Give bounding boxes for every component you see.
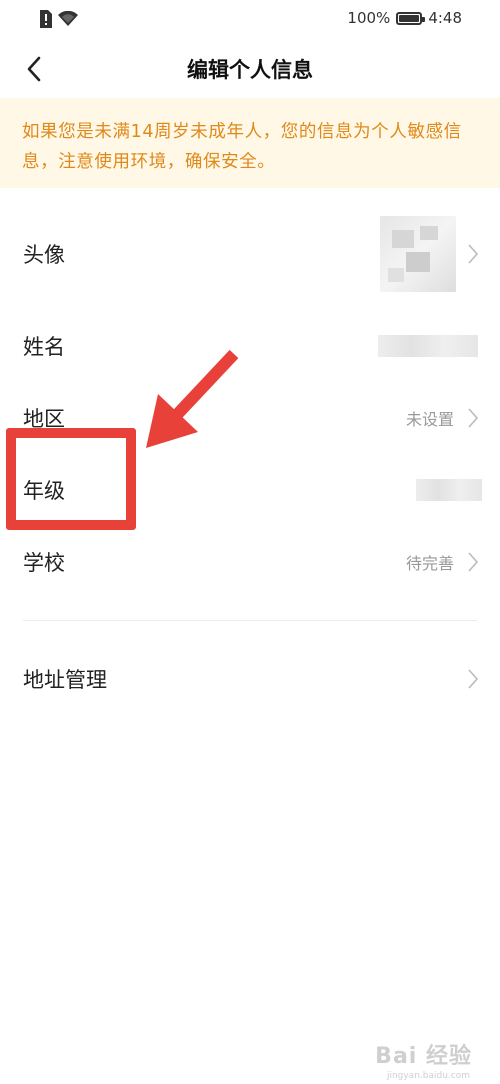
row-label-name: 姓名 xyxy=(23,335,65,359)
row-avatar[interactable]: 头像 xyxy=(0,216,500,292)
clock: 4:48 xyxy=(428,9,462,27)
nav-bar: 编辑个人信息 xyxy=(0,40,500,98)
minor-safety-notice: 如果您是未满14周岁未成年人，您的信息为个人敏感信息，注意使用环境，确保安全。 xyxy=(0,98,500,188)
sim-alert-icon xyxy=(40,10,52,28)
status-left xyxy=(38,10,78,28)
page-title: 编辑个人信息 xyxy=(187,58,313,82)
row-school[interactable]: 学校 待完善 xyxy=(0,526,500,598)
chevron-right-icon xyxy=(468,552,479,572)
avatar xyxy=(380,216,456,292)
battery-percent: 100% xyxy=(347,9,391,27)
status-right: 100% 4:48 xyxy=(347,9,462,27)
battery-icon xyxy=(396,11,426,25)
annotation-highlight-box xyxy=(6,428,136,530)
chevron-right-icon xyxy=(468,244,479,264)
section-divider xyxy=(23,620,477,621)
grade-value-redacted xyxy=(416,479,482,501)
status-bar: 100% 4:48 xyxy=(0,0,500,40)
name-value-redacted xyxy=(378,335,478,357)
row-value-school: 待完善 xyxy=(405,554,454,573)
chevron-right-icon xyxy=(468,669,479,689)
wifi-icon xyxy=(58,11,78,26)
row-label-avatar: 头像 xyxy=(23,243,65,267)
watermark-url: jingyan.baidu.com xyxy=(386,1071,470,1081)
row-address-management[interactable]: 地址管理 xyxy=(0,643,500,715)
chevron-right-icon xyxy=(468,408,479,428)
row-value-region: 未设置 xyxy=(405,410,454,429)
row-label-address: 地址管理 xyxy=(23,668,107,692)
annotation-arrow-icon xyxy=(146,349,239,448)
battery-fill xyxy=(399,14,420,22)
row-label-school: 学校 xyxy=(23,551,65,575)
row-name[interactable]: 姓名 xyxy=(0,310,500,382)
watermark-logo: Bai 经验 xyxy=(375,1044,472,1069)
